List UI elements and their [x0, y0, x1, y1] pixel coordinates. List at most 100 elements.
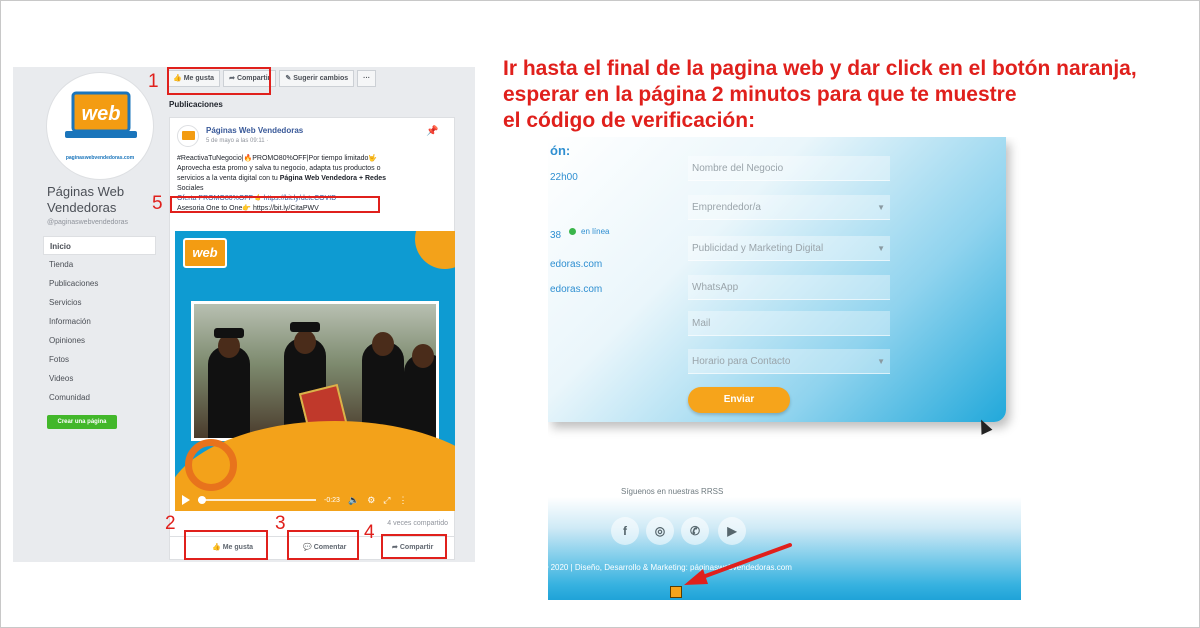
follow-us-label: Síguenos en nuestras RRSS [621, 487, 724, 496]
section-title: Publicaciones [169, 100, 223, 109]
page-nav: Inicio Tienda Publicaciones Servicios In… [43, 236, 156, 407]
chevron-down-icon: ▼ [877, 244, 885, 253]
annotation-box-3 [287, 530, 359, 560]
contact-heading-fragment: ón: [550, 143, 571, 158]
play-icon[interactable] [182, 495, 190, 505]
volume-icon[interactable]: 🔈 [348, 495, 359, 506]
field-placeholder: Emprendedor/a [692, 202, 761, 213]
pallbearer-face [412, 344, 434, 368]
business-name-input[interactable]: Nombre del Negocio [688, 156, 890, 181]
field-placeholder: WhatsApp [692, 282, 739, 293]
nav-item-opiniones[interactable]: Opiniones [43, 331, 156, 350]
instruction-line-1: Ir hasta el final de la pagina web y dar… [503, 57, 1137, 80]
facebook-icon[interactable]: f [611, 517, 639, 545]
field-placeholder: Publicidad y Marketing Digital [692, 243, 824, 254]
annotation-box-2 [184, 530, 268, 560]
suggest-edits-button[interactable]: ✎ Sugerir cambios [279, 70, 355, 87]
whatsapp-input[interactable]: WhatsApp [688, 275, 890, 300]
copyright-text: t © 2020 | Diseño, Desarrollo & Marketin… [548, 563, 792, 572]
nav-item-tienda[interactable]: Tienda [43, 255, 156, 274]
laptop-logo-icon: web [65, 91, 137, 138]
facebook-post: Páginas Web Vendedoras 5 de mayo a las 0… [169, 117, 455, 560]
post-author[interactable]: Páginas Web Vendedoras [206, 126, 303, 135]
post-line-3-bold: Página Web Vendedora + Redes [279, 175, 387, 182]
more-options-button[interactable]: ··· [357, 70, 377, 87]
contact-time-select[interactable]: Horario para Contacto ▼ [688, 349, 890, 374]
nav-item-inicio[interactable]: Inicio [43, 236, 156, 255]
post-video[interactable]: web -0:23 🔈 ⚙ ⤢ ⋮ [175, 231, 455, 511]
settings-gear-icon[interactable]: ⚙ [367, 495, 375, 506]
instruction-line-2: esperar en la página 2 minutos para que … [503, 83, 1017, 106]
email-fragment-2[interactable]: edoras.com [550, 284, 602, 295]
pencil-icon: ✎ [285, 75, 292, 82]
annotation-number-2: 2 [165, 513, 176, 534]
youtube-icon[interactable]: ▶ [718, 517, 746, 545]
annotation-number-1: 1 [148, 71, 159, 92]
video-frame-image [191, 301, 439, 441]
post-line-4: Sociales [177, 185, 204, 192]
create-page-button[interactable]: Crear una página [47, 415, 117, 429]
field-placeholder: Nombre del Negocio [692, 163, 784, 174]
field-placeholder: Mail [692, 318, 711, 329]
video-orange-ring [185, 439, 237, 491]
video-controls: -0:23 🔈 ⚙ ⤢ ⋮ [175, 489, 455, 511]
post-date[interactable]: 5 de mayo a las 09:11 · [206, 138, 268, 144]
nav-item-servicios[interactable]: Servicios [43, 293, 156, 312]
phone-fragment: 38 [550, 230, 562, 241]
logo-url: paginaswebvendedoras.com [65, 155, 135, 161]
annotation-number-4: 4 [364, 522, 375, 543]
suggest-edits-label: Sugerir cambios [293, 75, 349, 82]
annotation-box-5 [170, 196, 380, 213]
fullscreen-icon[interactable]: ⤢ [383, 495, 390, 506]
whatsapp-icon[interactable]: ✆ [681, 517, 709, 545]
page-name[interactable]: Páginas Web Vendedoras [47, 184, 157, 216]
page-profile-picture[interactable]: web paginaswebvendedoras.com [46, 72, 154, 180]
email-fragment-1[interactable]: edoras.com [550, 259, 602, 270]
annotation-box-1 [167, 67, 271, 95]
post-line-1: #ReactivaTuNegocio|🔥PROMO80%OFF|Por tiem… [177, 155, 378, 162]
laptop-mini-icon [182, 131, 195, 140]
entrepreneur-select[interactable]: Emprendedor/a ▼ [688, 195, 890, 220]
site-footer [548, 497, 1021, 600]
mail-input[interactable]: Mail [688, 311, 890, 336]
post-avatar[interactable] [177, 125, 199, 147]
online-label: en línea [581, 227, 610, 236]
nav-item-fotos[interactable]: Fotos [43, 350, 156, 369]
video-web-logo: web [183, 238, 227, 268]
page-handle[interactable]: @paginaswebvendedoras [47, 219, 128, 226]
nav-item-comunidad[interactable]: Comunidad [43, 388, 156, 407]
online-status-dot [569, 228, 576, 235]
pallbearer-hat [214, 328, 244, 338]
more-vertical-icon[interactable]: ⋮ [398, 495, 407, 506]
nav-item-publicaciones[interactable]: Publicaciones [43, 274, 156, 293]
pallbearer-figure [208, 346, 250, 438]
orange-verification-button[interactable] [670, 586, 682, 598]
video-progress-bar[interactable] [198, 496, 316, 504]
video-orange-shape [415, 231, 455, 269]
chevron-down-icon: ▼ [877, 203, 885, 212]
pin-icon: 📌 [426, 126, 439, 137]
hours-fragment: 22h00 [550, 172, 578, 183]
submit-button[interactable]: Enviar [688, 387, 790, 413]
video-time: -0:23 [324, 496, 340, 504]
website-screenshot: ón: 22h00 38 en línea edoras.com edoras.… [548, 137, 1021, 600]
nav-item-videos[interactable]: Videos [43, 369, 156, 388]
service-select[interactable]: Publicidad y Marketing Digital ▼ [688, 236, 890, 261]
instagram-icon[interactable]: ◎ [646, 517, 674, 545]
instruction-line-3: el código de verificación: [503, 109, 756, 132]
post-line-2: Aprovecha esta promo y salva tu negocio,… [177, 165, 381, 172]
instruction-text: Ir hasta el final de la pagina web y dar… [503, 56, 1193, 134]
nav-item-informacion[interactable]: Información [43, 312, 156, 331]
annotation-number-3: 3 [275, 513, 286, 534]
post-line-3-text: servicios a la venta digital con tu [177, 175, 278, 182]
logo-text: web [82, 103, 121, 125]
field-placeholder: Horario para Contacto [692, 356, 791, 367]
pallbearer-hat [290, 322, 320, 332]
progress-knob[interactable] [198, 496, 206, 504]
share-count[interactable]: 4 veces compartido [387, 520, 448, 527]
post-line-3: servicios a la venta digital con tu Pági… [177, 174, 447, 184]
facebook-main-column: 👍 Me gusta ➦ Compartir ✎ Sugerir cambios ··… [163, 67, 475, 562]
chevron-down-icon: ▼ [877, 357, 885, 366]
facebook-left-column: web paginaswebvendedoras.com Páginas Web… [13, 67, 163, 562]
pallbearer-face [294, 330, 316, 354]
